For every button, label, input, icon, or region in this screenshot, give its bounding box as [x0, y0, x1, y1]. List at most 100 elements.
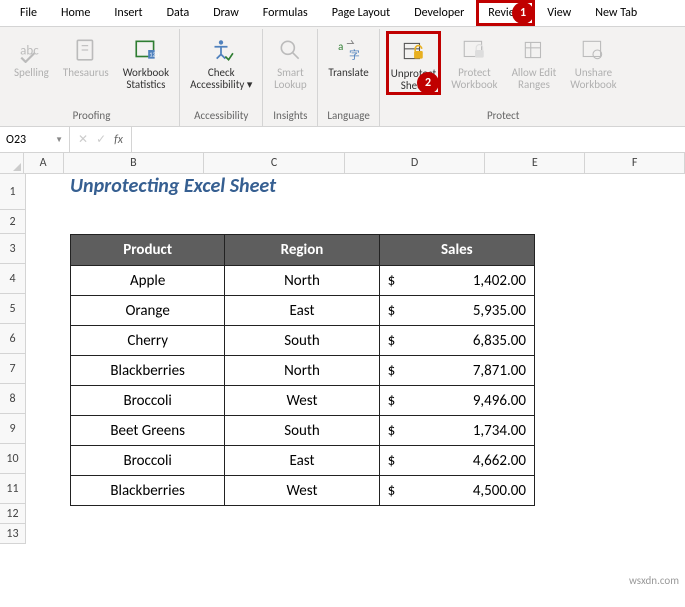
thesaurus-button[interactable]: Thesaurus [59, 31, 113, 81]
table-header-sales: Sales [380, 235, 534, 265]
translate-icon: a字 [336, 33, 362, 67]
tab-insert[interactable]: Insert [102, 0, 154, 26]
row-header-4[interactable]: 4 [0, 264, 26, 294]
cancel-icon[interactable]: ✕ [78, 132, 88, 147]
cell-sales[interactable]: $7,871.00 [380, 355, 534, 385]
unshare-workbook-button[interactable]: Unshare Workbook [566, 31, 620, 93]
spelling-button[interactable]: abc Spelling [10, 31, 53, 81]
data-table: Product Region Sales AppleNorth$1,402.00… [70, 234, 535, 506]
group-language: a字 Translate Language [318, 29, 379, 126]
group-protect: Unprotect Sheet Protect Workbook Allow E… [380, 29, 627, 126]
select-all-corner[interactable] [0, 153, 24, 173]
row-header-9[interactable]: 9 [0, 414, 26, 444]
col-header-C[interactable]: C [204, 153, 345, 173]
tab-page-layout[interactable]: Page Layout [320, 0, 402, 26]
col-header-B[interactable]: B [64, 153, 205, 173]
thesaurus-label: Thesaurus [63, 67, 109, 79]
tab-home[interactable]: Home [49, 0, 102, 26]
cell-region[interactable]: North [225, 265, 379, 295]
row-header-10[interactable]: 10 [0, 444, 26, 474]
protect-workbook-button[interactable]: Protect Workbook [447, 31, 501, 93]
cell-product[interactable]: Cherry [71, 325, 225, 355]
row-header-5[interactable]: 5 [0, 294, 26, 324]
table-row: Beet GreensSouth$1,734.00 [71, 415, 534, 445]
row-header-6[interactable]: 6 [0, 324, 26, 354]
enter-icon[interactable]: ✓ [96, 132, 106, 147]
thesaurus-icon [73, 33, 99, 67]
cell-sales[interactable]: $5,935.00 [380, 295, 534, 325]
spreadsheet-grid: A B C D E F 1 2 3 4 5 6 7 8 9 10 11 12 1… [0, 153, 685, 544]
tab-file[interactable]: File [8, 0, 49, 26]
row-header-2[interactable]: 2 [0, 210, 26, 234]
group-proofing: abc Spelling Thesaurus 123 Workbook Stat… [4, 29, 180, 126]
table-row: AppleNorth$1,402.00 [71, 265, 534, 295]
cell-product[interactable]: Blackberries [71, 355, 225, 385]
formula-input[interactable] [132, 127, 685, 152]
col-header-D[interactable]: D [345, 153, 486, 173]
cell-sales[interactable]: $9,496.00 [380, 385, 534, 415]
table-header-region: Region [225, 235, 379, 265]
cell-product[interactable]: Broccoli [71, 385, 225, 415]
svg-text:abc: abc [21, 43, 40, 58]
formula-bar: O23 ▼ ✕ ✓ fx [0, 127, 685, 153]
cell-region[interactable]: North [225, 355, 379, 385]
col-header-F[interactable]: F [585, 153, 685, 173]
accessibility-icon [208, 33, 234, 67]
smart-lookup-icon [277, 33, 303, 67]
name-box[interactable]: O23 ▼ [0, 127, 70, 152]
cell-region[interactable]: East [225, 445, 379, 475]
cell-product[interactable]: Beet Greens [71, 415, 225, 445]
ribbon: abc Spelling Thesaurus 123 Workbook Stat… [0, 27, 685, 127]
table-row: BroccoliWest$9,496.00 [71, 385, 534, 415]
dropdown-icon[interactable]: ▼ [55, 135, 63, 145]
cell-product[interactable]: Apple [71, 265, 225, 295]
group-protect-label: Protect [487, 107, 520, 124]
tab-developer[interactable]: Developer [402, 0, 476, 26]
row-header-3[interactable]: 3 [0, 234, 26, 264]
col-header-A[interactable]: A [24, 153, 64, 173]
name-box-value: O23 [6, 133, 26, 147]
tab-view[interactable]: View [535, 0, 583, 26]
cell-sales[interactable]: $4,500.00 [380, 475, 534, 505]
cells-area[interactable]: Unprotecting Excel Sheet Product Region … [26, 174, 685, 544]
cell-region[interactable]: West [225, 385, 379, 415]
row-header-7[interactable]: 7 [0, 354, 26, 384]
smart-lookup-button[interactable]: Smart Lookup [269, 31, 311, 93]
tab-new-tab[interactable]: New Tab [583, 0, 649, 26]
cell-product[interactable]: Broccoli [71, 445, 225, 475]
row-header-1[interactable]: 1 [0, 174, 26, 210]
table-row: BlackberriesWest$4,500.00 [71, 475, 534, 505]
tab-data[interactable]: Data [155, 0, 202, 26]
workbook-statistics-button[interactable]: 123 Workbook Statistics [119, 31, 173, 93]
row-header-11[interactable]: 11 [0, 474, 26, 504]
row-header-13[interactable]: 13 [0, 524, 26, 544]
tab-formulas[interactable]: Formulas [251, 0, 320, 26]
check-accessibility-button[interactable]: Check Accessibility ▾ [186, 31, 256, 93]
cell-product[interactable]: Blackberries [71, 475, 225, 505]
cell-region[interactable]: West [225, 475, 379, 505]
tab-draw[interactable]: Draw [201, 0, 251, 26]
cell-region[interactable]: South [225, 325, 379, 355]
translate-button[interactable]: a字 Translate [324, 31, 372, 81]
row-headers: 1 2 3 4 5 6 7 8 9 10 11 12 13 [0, 174, 26, 544]
cell-region[interactable]: East [225, 295, 379, 325]
cell-sales[interactable]: $1,734.00 [380, 415, 534, 445]
cell-sales[interactable]: $6,835.00 [380, 325, 534, 355]
table-row: OrangeEast$5,935.00 [71, 295, 534, 325]
group-proofing-label: Proofing [73, 107, 111, 124]
svg-text:字: 字 [349, 48, 360, 62]
unshare-workbook-icon [580, 33, 606, 67]
spelling-label: Spelling [14, 67, 49, 79]
table-row: BroccoliEast$4,662.00 [71, 445, 534, 475]
cell-region[interactable]: South [225, 415, 379, 445]
allow-edit-ranges-button[interactable]: Allow Edit Ranges [508, 31, 561, 93]
cell-sales[interactable]: $4,662.00 [380, 445, 534, 475]
column-headers: A B C D E F [0, 153, 685, 174]
row-header-8[interactable]: 8 [0, 384, 26, 414]
cell-sales[interactable]: $1,402.00 [380, 265, 534, 295]
row-header-12[interactable]: 12 [0, 504, 26, 524]
col-header-E[interactable]: E [485, 153, 585, 173]
cell-product[interactable]: Orange [71, 295, 225, 325]
table-row: CherrySouth$6,835.00 [71, 325, 534, 355]
fx-icon[interactable]: fx [114, 133, 123, 147]
